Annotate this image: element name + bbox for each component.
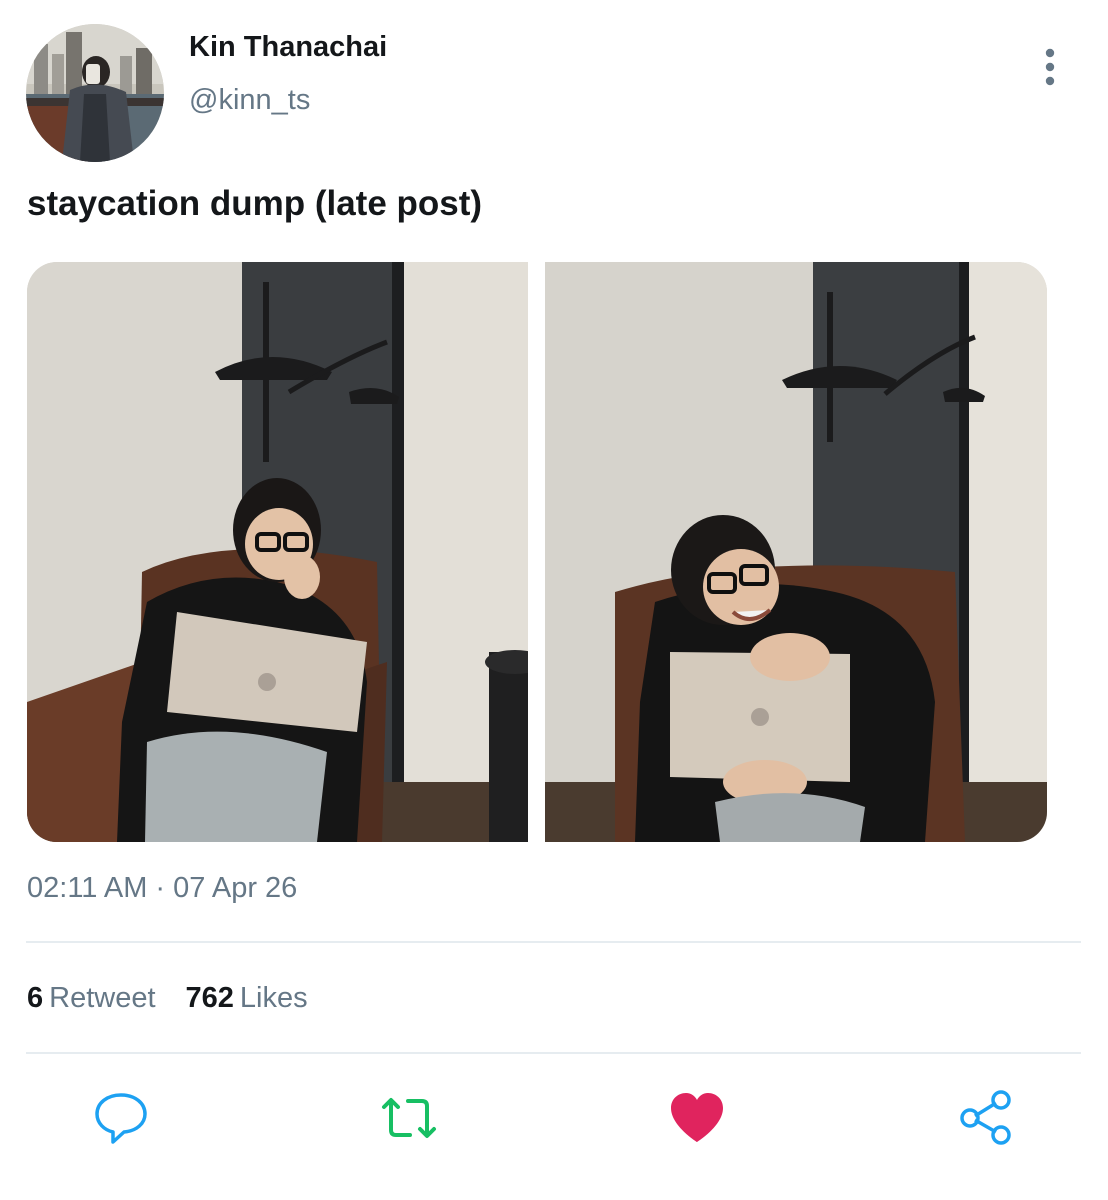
- retweet-button[interactable]: [379, 1088, 439, 1148]
- likes-stat[interactable]: 762 Likes: [186, 982, 308, 1015]
- user-handle[interactable]: @kinn_ts: [189, 84, 310, 117]
- divider: [26, 1052, 1081, 1054]
- photo-1[interactable]: [27, 262, 528, 842]
- tweet-stats: 6 Retweet 762 Likes: [27, 982, 308, 1015]
- tweet-text: staycation dump (late post): [27, 184, 483, 223]
- retweet-label: Retweet: [49, 982, 156, 1014]
- retweet-count: 6: [27, 982, 44, 1014]
- photo-2[interactable]: [545, 262, 1047, 842]
- retweet-icon: [382, 1098, 436, 1138]
- display-name[interactable]: Kin Thanachai: [189, 31, 387, 64]
- reply-button[interactable]: [91, 1088, 151, 1148]
- tweet-timestamp: 02:11 AM · 07 Apr 26: [27, 872, 298, 904]
- divider: [26, 941, 1081, 943]
- media-grid: [27, 262, 1047, 842]
- likes-count: 762: [185, 982, 234, 1014]
- reply-icon: [95, 1093, 147, 1144]
- heart-icon: [671, 1093, 723, 1142]
- more-options-button[interactable]: [1030, 46, 1070, 88]
- share-icon: [960, 1090, 1011, 1145]
- retweet-stat[interactable]: 6 Retweet: [27, 982, 156, 1015]
- like-button[interactable]: [667, 1088, 727, 1148]
- likes-label: Likes: [239, 982, 308, 1014]
- share-button[interactable]: [956, 1088, 1016, 1148]
- more-vertical-icon: [1045, 48, 1055, 86]
- avatar[interactable]: [26, 24, 164, 162]
